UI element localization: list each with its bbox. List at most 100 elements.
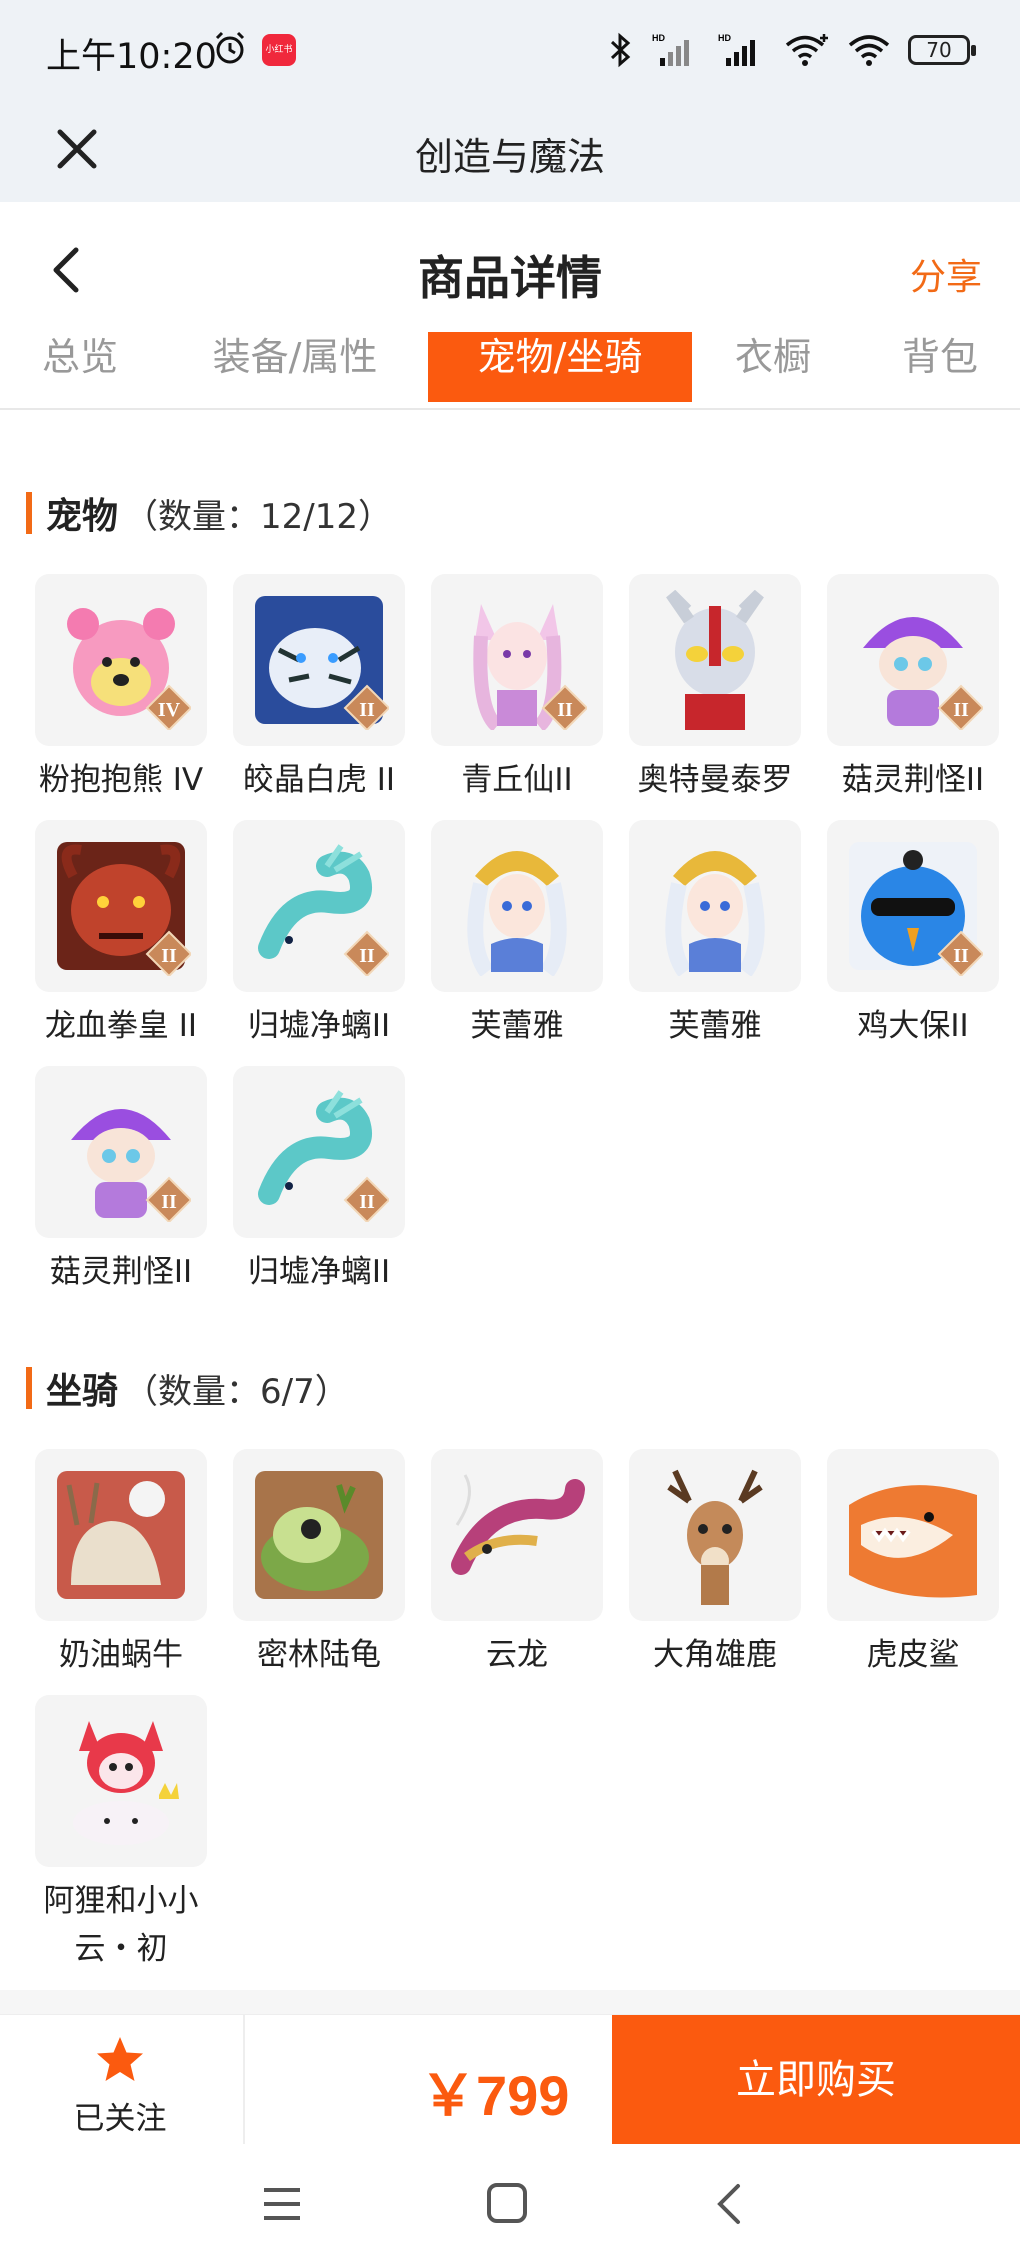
tab-equipment[interactable]: 装备/属性	[190, 332, 400, 402]
bottom-action-bar: 已关注 ￥799 立即购买	[0, 2014, 1020, 2145]
item-thumbnail: II	[431, 574, 603, 746]
grid-item[interactable]: 阿狸和小小 云・初	[22, 1695, 220, 1973]
star-icon	[97, 2037, 143, 2081]
item-name: 奥特曼泰罗	[637, 762, 793, 798]
item-thumbnail: II	[35, 820, 207, 992]
item-thumbnail	[629, 820, 801, 992]
item-name: 阿狸和小小 云・初	[43, 1883, 199, 1967]
item-name: 菇灵荆怪II	[49, 1254, 193, 1290]
pets-title: 宠物	[46, 496, 119, 537]
item-thumbnail	[35, 1695, 207, 1867]
item-thumbnail	[431, 1449, 603, 1621]
grid-item[interactable]: II 鸡大保II	[814, 820, 1012, 1050]
mounts-title: 坐骑	[46, 1371, 119, 1412]
pets-count: （数量：12/12）	[124, 496, 392, 537]
webview-title: 创造与魔法	[414, 135, 605, 179]
top-zone: 上午10:20 小红书 HD HD 70 创造与魔法	[0, 0, 1020, 202]
blue-bird-icon: II	[849, 842, 983, 976]
goddess-icon	[665, 851, 765, 976]
cyan-dragon-icon: II	[258, 1090, 389, 1222]
item-name: 奶油蜗牛	[59, 1637, 183, 1673]
svg-text:HD: HD	[718, 33, 731, 43]
share-button[interactable]: 分享	[910, 248, 982, 300]
grid-item[interactable]: 芙蕾雅	[418, 820, 616, 1050]
svg-text:II: II	[953, 945, 969, 967]
bluetooth-icon	[610, 32, 631, 68]
menu-icon[interactable]	[262, 2184, 302, 2224]
grid-item[interactable]: II 归墟净螭II	[220, 820, 418, 1050]
grid-item[interactable]: 云龙	[418, 1449, 616, 1679]
svg-text:II: II	[557, 699, 573, 721]
grid-item[interactable]: II 菇灵荆怪II	[814, 574, 1012, 804]
item-name: 菇灵荆怪II	[841, 762, 985, 798]
svg-text:II: II	[359, 699, 375, 721]
buy-now-button[interactable]: 立即购买	[612, 2015, 1020, 2145]
page-header: 商品详情 分享	[0, 202, 1020, 332]
item-thumbnail	[827, 1449, 999, 1621]
grid-item[interactable]: 大角雄鹿	[616, 1449, 814, 1679]
item-name: 虎皮鲨	[866, 1637, 960, 1673]
rank-badge-icon: II	[937, 684, 983, 730]
page-title: 商品详情	[418, 251, 602, 305]
battery-icon: 70	[908, 35, 976, 65]
item-thumbnail: II	[233, 574, 405, 746]
svg-text:II: II	[359, 1191, 375, 1213]
rank-badge-icon: II	[145, 1176, 191, 1222]
item-thumbnail: II	[35, 1066, 207, 1238]
item-name: 鸡大保II	[857, 1008, 969, 1044]
back-nav-icon[interactable]	[714, 2182, 744, 2226]
svg-text:IV: IV	[158, 699, 181, 721]
cloud-dragon-icon	[451, 1474, 585, 1575]
mounts-section-header: 坐骑 （数量：6/7）	[26, 1363, 349, 1413]
grid-item[interactable]: II 归墟净螭II	[220, 1066, 418, 1296]
home-icon[interactable]	[486, 2182, 528, 2224]
grid-item[interactable]: II 龙血拳皇 II	[22, 820, 220, 1050]
wifi-icon	[848, 35, 890, 66]
ali-fox-icon	[73, 1721, 179, 1845]
item-name: 青丘仙II	[461, 762, 573, 798]
turtle-icon	[255, 1471, 383, 1599]
deer-icon	[667, 1469, 763, 1605]
svg-text:II: II	[953, 699, 969, 721]
item-thumbnail	[431, 820, 603, 992]
item-thumbnail	[629, 1449, 801, 1621]
cyan-dragon-icon: II	[258, 844, 389, 976]
item-thumbnail: II	[827, 574, 999, 746]
item-name: 大角雄鹿	[653, 1637, 777, 1673]
wifi-plus-icon	[785, 34, 828, 66]
signal-icon-2: HD	[718, 33, 755, 66]
item-name: 云龙	[486, 1637, 548, 1673]
grid-item[interactable]: 奶油蜗牛	[22, 1449, 220, 1679]
goddess-icon	[467, 851, 567, 976]
grid-item[interactable]: 奥特曼泰罗	[616, 574, 814, 804]
status-right-icons: HD HD 70	[608, 28, 976, 72]
status-time: 上午10:20	[46, 37, 217, 77]
follow-button[interactable]: 已关注	[40, 2035, 200, 2138]
grid-item[interactable]: 密林陆龟	[220, 1449, 418, 1679]
divider	[243, 2015, 245, 2145]
grid-item[interactable]: 虎皮鲨	[814, 1449, 1012, 1679]
item-thumbnail: IV	[35, 574, 207, 746]
item-name: 皎晶白虎 II	[242, 762, 396, 798]
grid-item[interactable]: 芙蕾雅	[616, 820, 814, 1050]
item-name: 芙蕾雅	[470, 1008, 564, 1044]
signal-icon: HD	[652, 33, 689, 66]
divider	[0, 1990, 1020, 2014]
item-thumbnail: II	[233, 820, 405, 992]
grid-item[interactable]: II 菇灵荆怪II	[22, 1066, 220, 1296]
grid-item[interactable]: II 皎晶白虎 II	[220, 574, 418, 804]
grid-item[interactable]: II 青丘仙II	[418, 574, 616, 804]
webview-header: 创造与魔法	[0, 100, 1020, 202]
white-tiger-icon: II	[255, 596, 389, 730]
svg-text:II: II	[359, 945, 375, 967]
tab-wardrobe[interactable]: 衣橱	[718, 332, 828, 402]
item-name: 龙血拳皇 II	[44, 1008, 198, 1044]
item-name: 归墟净螭II	[247, 1008, 391, 1044]
grid-item[interactable]: IV 粉抱抱熊 IV	[22, 574, 220, 804]
item-thumbnail	[629, 574, 801, 746]
tab-backpack[interactable]: 背包	[880, 332, 1000, 402]
tab-pets-mounts[interactable]: 宠物/坐骑	[428, 332, 692, 402]
tab-overview[interactable]: 总览	[20, 332, 140, 402]
ultraman-icon	[666, 590, 764, 730]
item-thumbnail: II	[827, 820, 999, 992]
